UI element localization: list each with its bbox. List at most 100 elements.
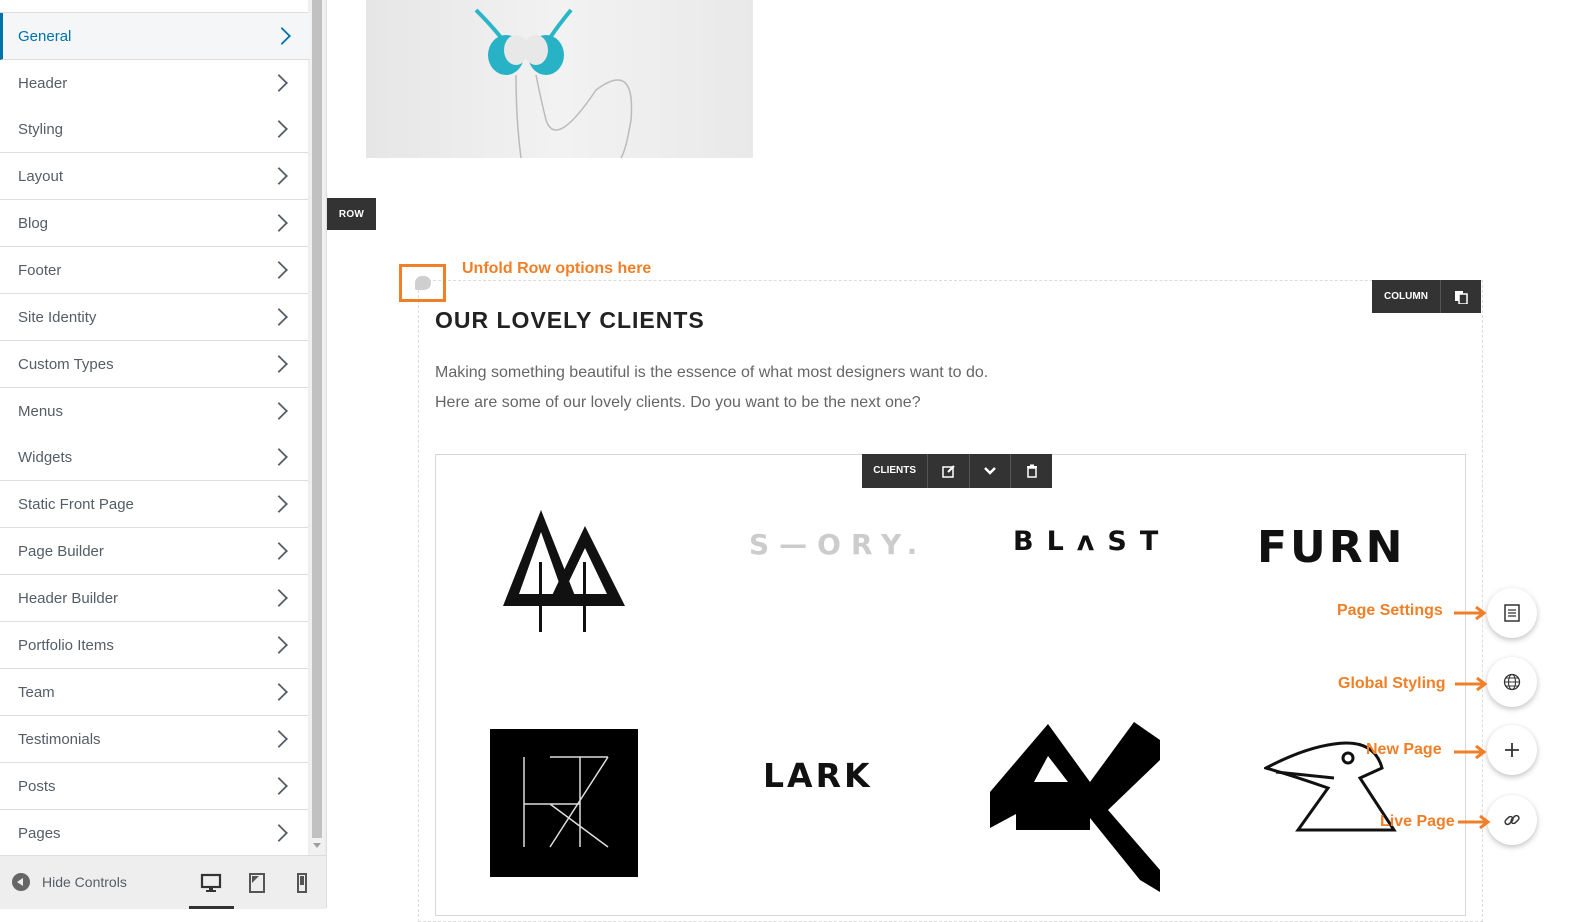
page-settings-annotation: Page Settings [1337, 602, 1443, 619]
chevron-right-icon [270, 636, 288, 654]
desktop-icon[interactable] [199, 871, 223, 895]
hide-controls-button[interactable]: Hide Controls [12, 873, 127, 891]
chevron-right-icon [270, 308, 288, 326]
chevron-right-icon [270, 355, 288, 373]
arrow-right-icon [1454, 606, 1487, 620]
sidebar-item-label: Footer [18, 261, 62, 279]
global-styling-annotation: Global Styling [1338, 675, 1446, 692]
sidebar-item-label: Page Builder [18, 542, 104, 560]
chevron-right-icon [270, 824, 288, 842]
sidebar-item-footer[interactable]: Footer [0, 247, 308, 294]
sidebar-item-header-builder[interactable]: Header Builder [0, 575, 308, 622]
lark-logo: LARK [763, 756, 873, 795]
furn-logo: FURN [1257, 522, 1406, 573]
story-logo: S—ORY. [749, 528, 928, 561]
chevron-right-icon [270, 261, 288, 279]
sidebar-item-label: Site Identity [18, 308, 97, 326]
sidebar-item-label: Static Front Page [18, 495, 134, 513]
trash-icon[interactable] [1011, 454, 1052, 488]
chevron-right-icon [270, 120, 288, 138]
headphones-image [366, 0, 753, 158]
chevron-right-icon [270, 777, 288, 795]
sidebar-item-label: Testimonials [18, 730, 101, 748]
arrow-right-icon [1455, 677, 1488, 691]
sidebar-item-label: Header Builder [18, 589, 119, 607]
section-description: Making something beautiful is the essenc… [435, 358, 988, 418]
blast-logo: BLʌST [1013, 526, 1172, 557]
arrow-right-icon [1458, 815, 1491, 829]
sidebar-item-label: Custom Types [18, 355, 114, 373]
sidebar-scroll-thumb[interactable] [312, 0, 322, 838]
new-page-button[interactable] [1487, 725, 1537, 775]
chevron-down-icon[interactable] [970, 454, 1012, 488]
row-options-icon [414, 276, 431, 290]
sidebar-item-posts[interactable]: Posts [0, 763, 308, 810]
description-line-2: Here are some of our lovely clients. Do … [435, 394, 921, 411]
chevron-right-icon [273, 27, 291, 45]
sidebar-item-page-builder[interactable]: Page Builder [0, 528, 308, 575]
chevron-right-icon [270, 589, 288, 607]
sidebar-item-team[interactable]: Team [0, 669, 308, 716]
live-page-button[interactable] [1487, 795, 1537, 845]
clients-toolbar: CLIENTS [862, 454, 1052, 488]
sidebar-item-pages[interactable]: Pages [0, 810, 308, 855]
chevron-right-icon [270, 214, 288, 232]
copy-icon[interactable] [1441, 280, 1481, 313]
sidebar-item-label: Layout [18, 167, 64, 185]
chevron-right-icon [270, 402, 288, 420]
link-icon [1504, 814, 1520, 826]
clients-label[interactable]: CLIENTS [862, 454, 929, 488]
global-styling-button[interactable] [1487, 657, 1537, 707]
sidebar-item-static-front-page[interactable]: Static Front Page [0, 481, 308, 528]
new-page-annotation: New Page [1366, 741, 1442, 758]
page-settings-button[interactable] [1487, 588, 1537, 638]
menu-top-edge [0, 0, 308, 13]
sidebar-item-label: Team [18, 683, 55, 701]
section-title: OUR LOVELY CLIENTS [435, 307, 705, 333]
sidebar-item-general[interactable]: General [0, 13, 310, 60]
description-line-1: Making something beautiful is the essenc… [435, 364, 989, 381]
collapse-arrow-icon [12, 873, 30, 891]
scroll-down-arrow-icon[interactable] [313, 843, 321, 848]
sidebar-item-styling[interactable]: Styling [0, 106, 308, 153]
sidebar-item-label: Widgets [18, 448, 73, 466]
chevron-right-icon [270, 495, 288, 513]
sidebar-item-widgets[interactable]: Widgets [0, 434, 308, 481]
chevron-right-icon [270, 167, 288, 185]
hide-controls-label: Hide Controls [42, 874, 127, 890]
sidebar-item-testimonials[interactable]: Testimonials [0, 716, 308, 763]
sidebar-item-label: Menus [18, 402, 64, 420]
sidebar-item-custom-types[interactable]: Custom Types [0, 341, 308, 388]
chevron-right-icon [270, 448, 288, 466]
unfold-row-annotation: Unfold Row options here [462, 260, 652, 277]
chevron-right-icon [270, 683, 288, 701]
sidebar-item-site-identity[interactable]: Site Identity [0, 294, 308, 341]
customizer-sidebar: General Header Styling Layout Blog Footer Site… [0, 0, 327, 909]
column-label[interactable]: COLUMN [1372, 280, 1441, 313]
sidebar-item-header[interactable]: Header [0, 60, 308, 107]
unfold-row-options-button[interactable] [399, 264, 446, 302]
ak-logo [990, 722, 1160, 892]
sidebar-item-portfolio-items[interactable]: Portfolio Items [0, 622, 308, 669]
document-icon [1504, 604, 1520, 622]
sidebar-item-layout[interactable]: Layout [0, 153, 308, 200]
sidebar-item-label: Pages [18, 824, 61, 842]
tablet-icon[interactable] [245, 871, 269, 895]
globe-icon [1503, 673, 1521, 691]
chevron-right-icon [270, 74, 288, 92]
sidebar-item-blog[interactable]: Blog [0, 200, 308, 247]
mobile-icon[interactable] [290, 871, 314, 895]
square-geometric-logo [490, 729, 638, 877]
customizer-menu: General Header Styling Layout Blog Footer Site… [0, 0, 310, 855]
live-page-annotation: Live Page [1380, 813, 1455, 830]
sidebar-item-label: Styling [18, 120, 64, 138]
sidebar-item-label: Posts [18, 777, 56, 795]
sidebar-item-label: Blog [18, 214, 49, 232]
edit-icon[interactable] [928, 454, 970, 488]
row-badge[interactable]: ROW [327, 198, 376, 230]
sidebar-item-label: General [18, 27, 72, 45]
arrow-right-icon [1454, 745, 1487, 759]
plus-icon [1505, 743, 1519, 757]
trees-logo [503, 510, 625, 632]
sidebar-item-menus[interactable]: Menus [0, 388, 308, 435]
